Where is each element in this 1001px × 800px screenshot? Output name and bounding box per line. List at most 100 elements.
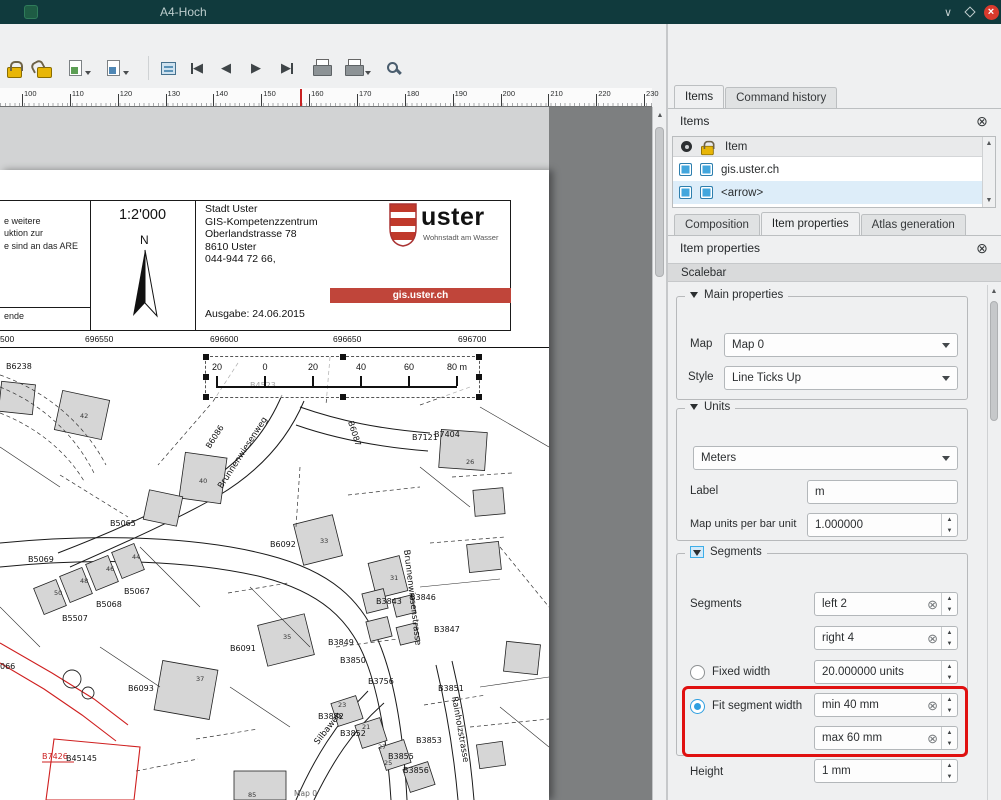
spinbox-value: left 2 bbox=[822, 598, 927, 610]
items-list[interactable]: Item gis.uster.ch <arrow> ▲ ▼ bbox=[672, 136, 996, 208]
fixed-width-spinbox[interactable]: 20.000000 units ▲▼ bbox=[814, 660, 958, 684]
header-note: ende bbox=[4, 311, 24, 321]
scroll-up-icon[interactable]: ▲ bbox=[988, 288, 1000, 295]
item-row-label: gis.uster.ch bbox=[721, 164, 779, 176]
properties-scrollbar[interactable]: ▲ bbox=[987, 285, 1000, 800]
clear-icon[interactable]: ⊗ bbox=[927, 598, 938, 611]
scrollbar-thumb[interactable] bbox=[990, 301, 998, 421]
canvas-scrollbar[interactable]: ▲ bbox=[652, 107, 666, 800]
ruler-major-tick bbox=[596, 94, 597, 106]
ruler-major-tick bbox=[309, 94, 310, 106]
lock-items-button[interactable] bbox=[4, 54, 25, 82]
next-feature-icon: ▶ bbox=[251, 60, 261, 76]
scrollbar-thumb[interactable] bbox=[655, 127, 664, 277]
maximize-icon bbox=[964, 6, 975, 17]
selection-handle[interactable] bbox=[476, 354, 482, 360]
tab-item-properties[interactable]: Item properties bbox=[761, 212, 860, 235]
items-panel-close-button[interactable]: ⊗ bbox=[974, 113, 990, 129]
selection-handle[interactable] bbox=[203, 374, 209, 380]
fixed-width-radio[interactable] bbox=[690, 665, 705, 680]
unlock-icon bbox=[37, 67, 52, 78]
annotation-highlight-box bbox=[682, 686, 968, 757]
ruler-number: 190 bbox=[455, 89, 468, 98]
zoom-icon bbox=[387, 62, 398, 73]
group-legend[interactable]: Main properties bbox=[685, 289, 788, 301]
scalebar-tick bbox=[216, 376, 218, 386]
chevron-down-icon bbox=[123, 71, 129, 75]
selection-handle[interactable] bbox=[203, 354, 209, 360]
spin-buttons[interactable]: ▲▼ bbox=[941, 627, 957, 649]
close-button[interactable]: × bbox=[983, 4, 999, 20]
ruler-major-tick bbox=[213, 94, 214, 106]
scroll-up-icon[interactable]: ▲ bbox=[983, 140, 995, 147]
last-feature-button[interactable]: ▶ bbox=[278, 54, 296, 82]
scalebar-item[interactable]: 20020406080 m bbox=[205, 356, 480, 398]
align-items-button[interactable] bbox=[104, 54, 132, 82]
group-legend[interactable]: Segments bbox=[685, 546, 767, 558]
item-row[interactable]: <arrow> bbox=[673, 181, 982, 204]
lock-checkbox[interactable] bbox=[700, 186, 713, 199]
ruler-major-tick bbox=[22, 94, 23, 106]
tab-composition[interactable]: Composition bbox=[674, 214, 760, 235]
scalebar-tick bbox=[408, 376, 410, 386]
style-combobox[interactable]: Line Ticks Up bbox=[724, 366, 958, 390]
height-spinbox[interactable]: 1 mm ▲▼ bbox=[814, 759, 958, 783]
visibility-checkbox[interactable] bbox=[679, 163, 692, 176]
unit-label-input[interactable]: m bbox=[807, 480, 958, 504]
spinbox-value: 1 mm bbox=[822, 765, 941, 777]
map-units-per-bar-unit-spinbox[interactable]: 1.000000 ▲▼ bbox=[807, 513, 958, 537]
unlock-items-button[interactable] bbox=[34, 54, 55, 82]
coordinate-label: 696700 bbox=[458, 334, 486, 344]
spin-buttons[interactable]: ▲▼ bbox=[941, 661, 957, 683]
canvas-background bbox=[0, 107, 549, 170]
item-properties-title: Item properties bbox=[680, 241, 760, 255]
spinbox-value: right 4 bbox=[822, 632, 927, 644]
items-list-scrollbar[interactable]: ▲ ▼ bbox=[982, 137, 995, 207]
selection-handle[interactable] bbox=[476, 394, 482, 400]
raise-items-button[interactable] bbox=[66, 54, 94, 82]
print-button[interactable] bbox=[310, 54, 333, 82]
item-row[interactable]: gis.uster.ch bbox=[673, 158, 982, 181]
item-properties-close-button[interactable]: ⊗ bbox=[974, 240, 990, 256]
selection-handle[interactable] bbox=[340, 354, 346, 360]
map-label: B3843 bbox=[376, 597, 402, 606]
map-label: 48 bbox=[80, 577, 88, 585]
segments-right-spinbox[interactable]: right 4 ⊗ ▲▼ bbox=[814, 626, 958, 650]
group-legend[interactable]: Units bbox=[685, 401, 735, 413]
atlas-preview-button[interactable] bbox=[158, 54, 179, 82]
maximize-button[interactable] bbox=[962, 4, 978, 20]
tab-items[interactable]: Items bbox=[674, 85, 724, 108]
units-combobox[interactable]: Meters bbox=[693, 446, 958, 470]
composition-page[interactable]: e weitere uktion zur e sind an das ARE e… bbox=[0, 170, 549, 800]
zoom-button[interactable] bbox=[384, 54, 401, 82]
map-label: B3756 bbox=[368, 677, 394, 686]
export-button[interactable] bbox=[342, 54, 374, 82]
scroll-up-icon[interactable]: ▲ bbox=[653, 112, 667, 119]
visibility-checkbox[interactable] bbox=[679, 186, 692, 199]
map-units-per-bar-unit-label: Map units per bar unit bbox=[690, 518, 796, 530]
spin-buttons[interactable]: ▲▼ bbox=[941, 514, 957, 536]
clear-icon[interactable]: ⊗ bbox=[927, 632, 938, 645]
map-label: B7404 bbox=[434, 430, 460, 439]
map-item[interactable]: B6238B4523B6086B6087B7121B740426B5065B50… bbox=[0, 347, 549, 800]
selection-handle[interactable] bbox=[203, 394, 209, 400]
tab-command-history[interactable]: Command history bbox=[725, 87, 837, 108]
selection-handle[interactable] bbox=[340, 394, 346, 400]
lock-checkbox[interactable] bbox=[700, 163, 713, 176]
previous-feature-button[interactable]: ◀ bbox=[218, 54, 234, 82]
scroll-down-icon[interactable]: ▼ bbox=[983, 197, 995, 204]
map-label: B5507 bbox=[62, 614, 88, 623]
minimize-button[interactable]: ∨ bbox=[940, 4, 956, 20]
spin-buttons[interactable]: ▲▼ bbox=[941, 760, 957, 782]
map-combobox[interactable]: Map 0 bbox=[724, 333, 958, 357]
composition-canvas[interactable]: e weitere uktion zur e sind an das ARE e… bbox=[0, 107, 652, 800]
spin-buttons[interactable]: ▲▼ bbox=[941, 593, 957, 615]
scalebar-baseline bbox=[216, 386, 457, 388]
segments-left-spinbox[interactable]: left 2 ⊗ ▲▼ bbox=[814, 592, 958, 616]
next-feature-button[interactable]: ▶ bbox=[248, 54, 264, 82]
collapse-triangle-icon bbox=[690, 404, 698, 410]
selection-handle[interactable] bbox=[476, 374, 482, 380]
map-label: 27 bbox=[378, 743, 386, 751]
first-feature-button[interactable]: ◀ bbox=[188, 54, 206, 82]
tab-atlas-generation[interactable]: Atlas generation bbox=[861, 214, 966, 235]
